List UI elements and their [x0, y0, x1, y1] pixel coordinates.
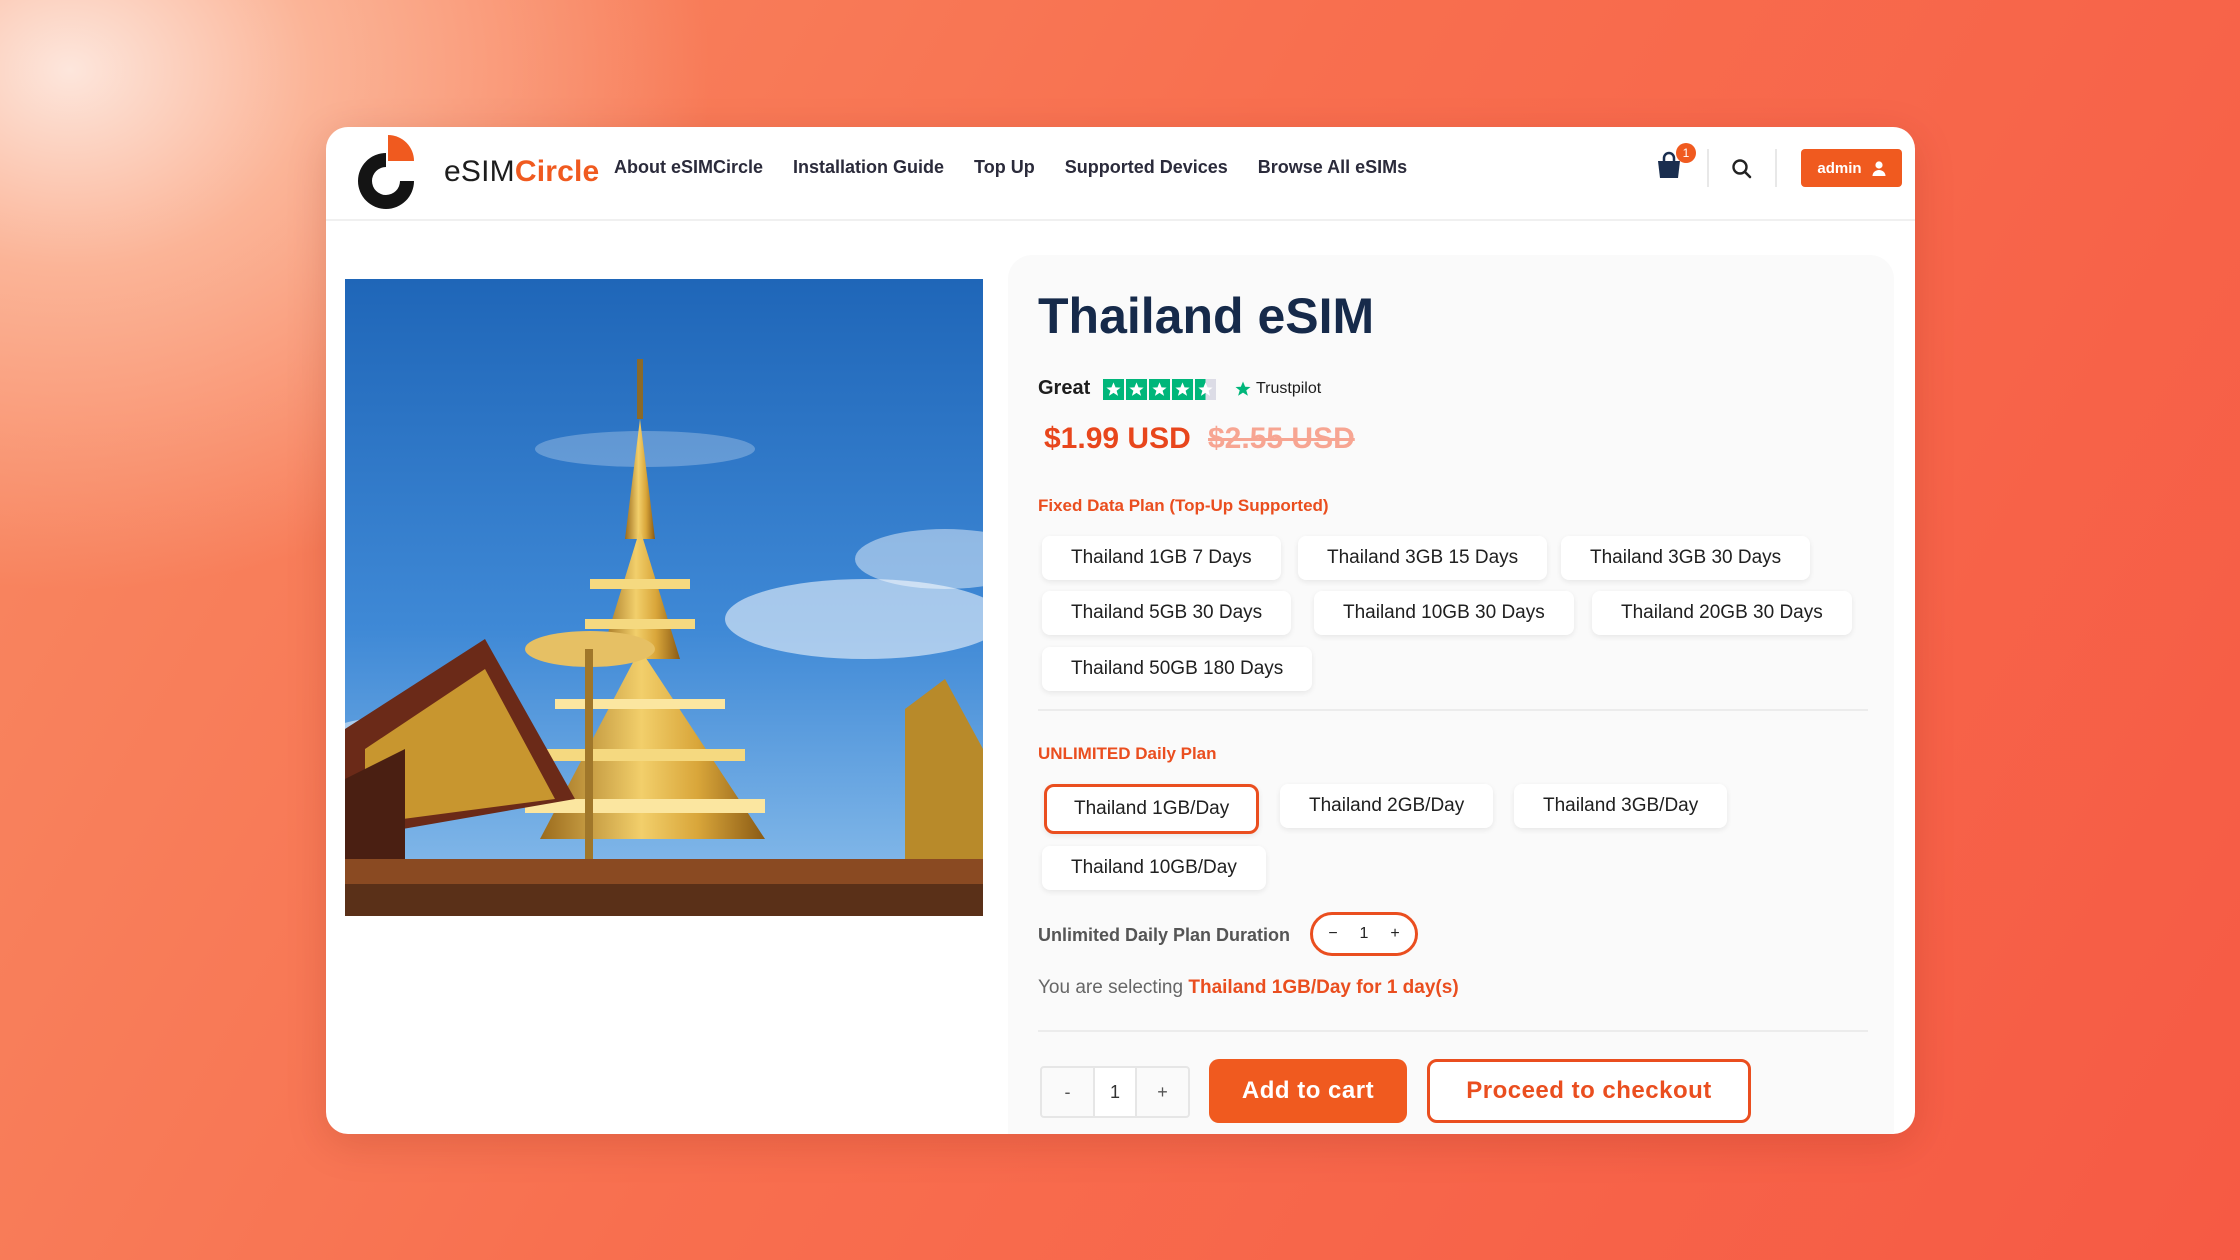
- header-divider: [1775, 149, 1777, 187]
- product-title: Thailand eSIM: [1038, 288, 1375, 344]
- nav-browse-all[interactable]: Browse All eSIMs: [1258, 157, 1407, 178]
- plan-option[interactable]: Thailand 3GB/Day: [1514, 784, 1728, 828]
- header-divider: [1707, 149, 1709, 187]
- admin-account-button[interactable]: admin: [1801, 149, 1902, 187]
- add-to-cart-button[interactable]: Add to cart: [1209, 1059, 1407, 1123]
- rating-stars: [1103, 379, 1216, 400]
- duration-stepper: − 1 +: [1310, 912, 1418, 956]
- admin-label: admin: [1817, 159, 1862, 177]
- star-icon: [1103, 379, 1124, 400]
- star-icon: [1149, 379, 1170, 400]
- rating-text: Great: [1038, 377, 1091, 399]
- main-nav: About eSIMCircle Installation Guide Top …: [614, 157, 1407, 178]
- plan-option[interactable]: Thailand 3GB 30 Days: [1561, 536, 1811, 580]
- selection-summary: You are selecting Thailand 1GB/Day for 1…: [1038, 977, 1459, 998]
- trustpilot-star-icon: [1235, 381, 1251, 396]
- plan-option[interactable]: Thailand 20GB 30 Days: [1592, 591, 1852, 635]
- logo-mark-icon: [358, 135, 414, 209]
- plan-option[interactable]: Thailand 10GB 30 Days: [1314, 591, 1574, 635]
- plan-option[interactable]: Thailand 5GB 30 Days: [1042, 591, 1292, 635]
- nav-installation-guide[interactable]: Installation Guide: [793, 157, 944, 178]
- cart-count-badge: 1: [1676, 143, 1696, 163]
- plan-option[interactable]: Thailand 50GB 180 Days: [1042, 647, 1313, 691]
- trustpilot-logo[interactable]: Trustpilot: [1234, 380, 1321, 398]
- qty-input[interactable]: 1: [1093, 1068, 1137, 1116]
- plan-option[interactable]: Thailand 1GB 7 Days: [1042, 536, 1281, 580]
- user-icon: [1872, 160, 1886, 176]
- half-star-icon: [1195, 379, 1216, 400]
- current-price: $1.99 USD: [1044, 422, 1191, 455]
- selection-summary-value: Thailand 1GB/Day for 1 day(s): [1188, 977, 1459, 998]
- product-image: [345, 279, 983, 916]
- duration-minus-button[interactable]: −: [1323, 925, 1343, 943]
- quantity-stepper: - 1 +: [1040, 1066, 1190, 1118]
- nav-top-up[interactable]: Top Up: [974, 157, 1035, 178]
- qty-minus-button[interactable]: -: [1042, 1068, 1093, 1116]
- original-price: $2.55 USD: [1208, 422, 1355, 455]
- browser-window: eSIMCircle About eSIMCircle Installation…: [326, 127, 1915, 1134]
- star-icon: [1172, 379, 1193, 400]
- plan-option-selected[interactable]: Thailand 1GB/Day: [1044, 784, 1260, 834]
- duration-label: Unlimited Daily Plan Duration: [1038, 925, 1291, 945]
- qty-plus-button[interactable]: +: [1137, 1068, 1188, 1116]
- nav-supported-devices[interactable]: Supported Devices: [1065, 157, 1228, 178]
- trustpilot-label: Trustpilot: [1256, 380, 1322, 397]
- logo-text: eSIMCircle: [444, 155, 600, 188]
- plan-option[interactable]: Thailand 10GB/Day: [1042, 846, 1266, 890]
- nav-about[interactable]: About eSIMCircle: [614, 157, 763, 178]
- logo[interactable]: eSIMCircle: [348, 133, 600, 213]
- duration-plus-button[interactable]: +: [1385, 925, 1405, 943]
- fixed-plan-label: Fixed Data Plan (Top-Up Supported): [1038, 496, 1329, 515]
- unlimited-plan-label: UNLIMITED Daily Plan: [1038, 744, 1217, 763]
- section-divider: [1038, 1030, 1868, 1032]
- duration-value[interactable]: 1: [1354, 925, 1374, 943]
- plan-option[interactable]: Thailand 3GB 15 Days: [1298, 536, 1548, 580]
- search-icon[interactable]: [1730, 157, 1754, 181]
- proceed-to-checkout-button[interactable]: Proceed to checkout: [1427, 1059, 1751, 1123]
- site-header: eSIMCircle About eSIMCircle Installation…: [326, 127, 1915, 221]
- section-divider: [1038, 709, 1868, 711]
- star-icon: [1126, 379, 1147, 400]
- plan-option[interactable]: Thailand 2GB/Day: [1280, 784, 1494, 828]
